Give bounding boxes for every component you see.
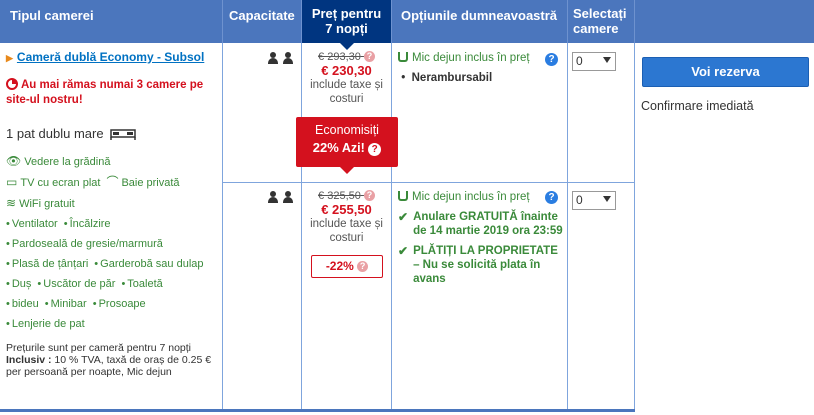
room-count-select[interactable]: 0 <box>572 191 616 210</box>
feature-item: • Minibar <box>44 298 87 310</box>
feature-row: • bideu • Minibar • Prosoape <box>6 294 218 314</box>
condition-nonrefundable: • Nerambursabil <box>398 72 493 84</box>
price-note: Prețurile sunt per cameră pentru 7 nopți… <box>6 342 212 378</box>
table-divider <box>391 43 392 411</box>
header-options: Opțiunile dumneavoastră <box>392 0 567 43</box>
confirmation-text: Confirmare imediată <box>641 99 754 113</box>
price-block: € 325,50 ? € 255,50 include taxe și cost… <box>302 190 391 245</box>
capacity-two-adults <box>268 191 293 206</box>
header-filler <box>635 0 814 43</box>
feature-bath: ⌒ Baie privată <box>106 175 180 189</box>
table-bottom-border <box>0 409 635 412</box>
feature-item: • Duș <box>6 278 32 290</box>
feature-garden: 👁 Vedere la grădină <box>6 154 111 168</box>
room-count-select[interactable]: 0 <box>572 52 616 71</box>
feature-row: • Plasă de țânțari • Garderobă sau dulap <box>6 254 218 274</box>
chevron-down-icon <box>603 196 611 202</box>
cup-icon <box>398 191 408 201</box>
check-icon: ✔ <box>398 244 409 258</box>
person-icon <box>268 191 278 203</box>
meal-info: Mic dejun inclus în preț <box>398 51 563 65</box>
feature-wifi: ≋ WiFi gratuit <box>6 196 75 210</box>
options-block: Mic dejun inclus în preț ✔ Anulare GRATUI… <box>398 190 563 286</box>
header-divider <box>634 0 635 43</box>
old-price: € 293,30 ? <box>302 51 391 63</box>
header-room-type: Tipul camerei <box>0 0 222 43</box>
free-cancellation: ✔ Anulare GRATUITĂ înainte de 14 martie 2… <box>398 210 563 237</box>
discount-badge: -22% ? <box>311 255 383 278</box>
header-capacity: Capacitate <box>223 0 301 43</box>
feature-item: • Toaletă <box>121 278 163 290</box>
header-price[interactable]: Preț pentru 7 nopți <box>302 0 391 43</box>
table-divider <box>222 43 223 411</box>
old-price: € 325,50 ? <box>302 190 391 202</box>
header-divider <box>567 0 568 43</box>
capacity-two-adults <box>268 52 293 67</box>
feature-item: • bideu <box>6 298 39 310</box>
feature-item: • Uscător de păr <box>37 278 116 290</box>
shower-icon: ⌒ <box>106 175 119 189</box>
options-block: Mic dejun inclus în preț • Nerambursabil <box>398 51 563 85</box>
new-price: € 255,50 <box>321 202 372 217</box>
cup-icon <box>398 52 408 62</box>
sort-pointer <box>340 43 354 50</box>
feature-item: • Ventilator <box>6 218 58 230</box>
header-divider <box>222 0 223 43</box>
price-block: € 293,30 ? € 230,30 include taxe și cost… <box>302 51 391 106</box>
bed-icon <box>109 128 136 140</box>
question-icon[interactable]: ? <box>368 143 382 156</box>
room-title-link[interactable]: ▶ Cameră dublă Economy - Subsol <box>6 50 218 66</box>
feature-row: • Ventilator • Încălzire <box>6 214 218 234</box>
savings-badge: Economisiți 22% Azi! ? <box>296 117 398 174</box>
header-divider <box>391 0 392 43</box>
question-icon[interactable]: ? <box>363 51 375 62</box>
feature-item: • Garderobă sau dulap <box>94 258 204 270</box>
feature-item: • Prosoape <box>92 298 146 310</box>
new-price: € 230,30 <box>321 63 372 78</box>
question-icon[interactable]: ? <box>363 190 375 201</box>
person-icon <box>282 52 293 64</box>
header-select-rooms: Selectați camere <box>568 0 634 43</box>
wifi-icon: ≋ <box>6 196 17 210</box>
header-divider <box>301 0 302 43</box>
taxes-note: include taxe și costuri <box>310 79 383 105</box>
check-icon: ✔ <box>398 210 409 224</box>
feature-row: ▭ TV cu ecran plat ⌒ Baie privată <box>6 172 218 193</box>
person-icon <box>282 191 293 203</box>
question-icon[interactable]: ? <box>357 261 369 272</box>
table-divider <box>567 43 568 411</box>
tv-icon: ▭ <box>6 175 18 189</box>
feature-tv: ▭ TV cu ecran plat <box>6 175 101 189</box>
reserve-button[interactable]: Voi rezerva <box>642 57 809 87</box>
eye-icon: 👁 <box>6 154 22 168</box>
table-divider <box>634 43 635 411</box>
taxes-note: include taxe și costuri <box>310 218 383 244</box>
feature-item: • Pardoseală de gresie/marmură <box>6 238 163 250</box>
expand-triangle-icon: ▶ <box>6 53 13 63</box>
room-info: ▶ Cameră dublă Economy - Subsol Au mai ră… <box>6 50 218 378</box>
feature-item: • Plasă de țânțari <box>6 258 89 270</box>
row-divider <box>222 182 635 183</box>
scarcity-message: Au mai rămas numai 3 camere pe site-ul n… <box>6 78 204 106</box>
info-icon[interactable]: ? <box>545 53 558 66</box>
feature-item: • Încălzire <box>63 218 111 230</box>
meal-info: Mic dejun inclus în preț <box>398 190 563 204</box>
chevron-down-icon <box>603 57 611 63</box>
info-icon[interactable]: ? <box>545 191 558 204</box>
pay-at-property: ✔ PLĂTIȚI LA PROPRIETATE – Nu se solicită… <box>398 244 558 285</box>
bed-info: 1 pat dublu mare <box>6 126 218 141</box>
clock-icon <box>6 78 18 90</box>
person-icon <box>268 52 278 64</box>
feature-item: • Lenjerie de pat <box>6 318 85 330</box>
feature-row: • Duș • Uscător de păr • Toaletă <box>6 274 218 294</box>
